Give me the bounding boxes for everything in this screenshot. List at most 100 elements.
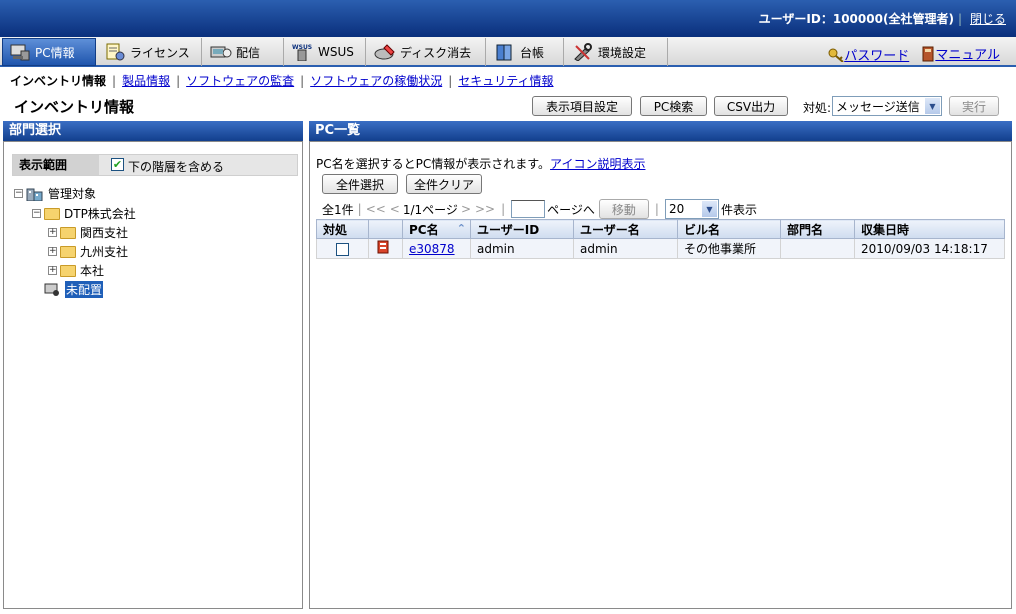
tab-license[interactable]: ライセンス bbox=[98, 38, 202, 66]
col-pc-name[interactable]: PC名 ⌃ bbox=[402, 219, 471, 239]
pager-last[interactable]: >> bbox=[475, 202, 495, 216]
ledger-icon bbox=[494, 43, 516, 61]
tree-company-label: DTP株式会社 bbox=[64, 207, 136, 221]
page-info: 1/1ページ bbox=[402, 202, 458, 217]
csv-export-button[interactable]: CSV出力 bbox=[714, 96, 788, 116]
tab-pc-info[interactable]: PC情報 bbox=[2, 38, 96, 66]
subnav-inventory[interactable]: インベントリ情報 bbox=[10, 74, 106, 88]
manual-link[interactable]: マニュアル bbox=[935, 44, 1000, 63]
pager-next[interactable]: > bbox=[461, 202, 471, 216]
per-page-select[interactable]: 20 ▼ bbox=[664, 199, 719, 219]
col-user-id[interactable]: ユーザーID bbox=[470, 219, 574, 239]
top-links: パスワード マニュアル bbox=[820, 44, 1000, 66]
scope-bar: 表示範囲 ✔ 下の階層を含める bbox=[12, 154, 298, 176]
expand-icon[interactable]: + bbox=[48, 228, 57, 237]
move-button[interactable]: 移動 bbox=[598, 199, 649, 219]
row-user-id: admin bbox=[470, 238, 574, 259]
select-all-button[interactable]: 全件選択 bbox=[322, 174, 398, 194]
tree-branch[interactable]: + 関西支社 bbox=[48, 224, 128, 241]
folder-icon bbox=[60, 226, 76, 239]
pc-name-link[interactable]: e30878 bbox=[409, 242, 455, 256]
subnav-products[interactable]: 製品情報 bbox=[122, 74, 170, 88]
col-dept[interactable]: 部門名 bbox=[780, 219, 855, 239]
pc-status-icon bbox=[377, 240, 389, 254]
tree-root[interactable]: − 管理対象 bbox=[14, 185, 96, 202]
pc-hint: PC名を選択するとPC情報が表示されます。アイコン説明表示 bbox=[316, 155, 645, 172]
tree-unassigned[interactable]: 未配置 bbox=[44, 281, 104, 298]
col-building[interactable]: ビル名 bbox=[677, 219, 781, 239]
tab-ledger[interactable]: 台帳 bbox=[488, 38, 564, 66]
row-checkbox[interactable] bbox=[336, 242, 349, 256]
tab-label: 配信 bbox=[236, 45, 261, 60]
pc-panel: PC名を選択するとPC情報が表示されます。アイコン説明表示 全件選択 全件クリア… bbox=[309, 141, 1012, 609]
row-icon-cell bbox=[368, 238, 403, 259]
tree-company[interactable]: − DTP株式会社 bbox=[32, 205, 136, 222]
manual-book-icon bbox=[922, 46, 934, 61]
expand-icon[interactable]: + bbox=[48, 247, 57, 256]
tree-branch[interactable]: + 本社 bbox=[48, 262, 104, 279]
tab-label: WSUS bbox=[318, 45, 354, 59]
execute-button[interactable]: 実行 bbox=[949, 96, 999, 116]
page-number-input[interactable] bbox=[511, 200, 546, 218]
license-icon bbox=[104, 43, 126, 61]
sub-nav: インベントリ情報 | 製品情報 | ソフトウェアの監査 | ソフトウェアの稼働状況 | セキュリ… bbox=[10, 74, 554, 88]
subnav-security[interactable]: セキュリティ情報 bbox=[458, 74, 553, 88]
user-info: ユーザーID：100000(全社管理者) | 閉じる bbox=[758, 12, 1006, 26]
dept-panel-title: 部門選択 bbox=[3, 121, 303, 141]
top-bar: ユーザーID：100000(全社管理者) | 閉じる bbox=[0, 0, 1016, 37]
subnav-software-usage[interactable]: ソフトウェアの稼働状況 bbox=[310, 74, 442, 88]
row-select-cell bbox=[316, 238, 369, 259]
folder-icon bbox=[44, 207, 60, 220]
tab-disk-erase[interactable]: ディスク消去 bbox=[368, 38, 486, 66]
action-select[interactable]: メッセージ送信 ▼ bbox=[832, 96, 942, 116]
wsus-icon: WSUS bbox=[292, 43, 314, 62]
tree-root-label: 管理対象 bbox=[48, 187, 97, 201]
col-user-name[interactable]: ユーザー名 bbox=[573, 219, 678, 239]
tree-branch-label: 関西支社 bbox=[80, 226, 129, 240]
tree-branch[interactable]: + 九州支社 bbox=[48, 243, 128, 260]
folder-icon bbox=[60, 264, 76, 277]
expand-icon[interactable]: + bbox=[48, 266, 57, 275]
pc-table: 対処 PC名 ⌃ ユーザーID ユーザー名 ビル名 部門名 収集日時 e30878… bbox=[316, 219, 1005, 259]
pc-search-button[interactable]: PC検索 bbox=[640, 96, 707, 116]
clear-all-button[interactable]: 全件クリア bbox=[406, 174, 482, 194]
pc-hint-text: PC名を選択するとPC情報が表示されます。 bbox=[316, 157, 551, 171]
column-settings-button[interactable]: 表示項目設定 bbox=[532, 96, 632, 116]
pager-first[interactable]: << bbox=[366, 202, 386, 216]
include-sub-checkbox[interactable]: ✔ bbox=[111, 158, 124, 171]
folder-icon bbox=[60, 245, 76, 258]
subnav-software-audit[interactable]: ソフトウェアの監査 bbox=[186, 74, 294, 88]
pager-prev[interactable]: < bbox=[390, 202, 400, 216]
tab-label: ディスク消去 bbox=[400, 45, 472, 60]
row-pc-name: e30878 bbox=[402, 238, 471, 259]
tab-delivery[interactable]: 配信 bbox=[204, 38, 284, 66]
key-icon bbox=[828, 48, 844, 62]
tab-label: ライセンス bbox=[130, 45, 190, 60]
user-id-label: ユーザーID：100000(全社管理者) bbox=[758, 12, 954, 26]
password-link[interactable]: パスワード bbox=[844, 45, 909, 64]
row-building: その他事業所 bbox=[677, 238, 781, 259]
collapse-icon[interactable]: − bbox=[32, 209, 41, 218]
page-title: インベントリ情報 bbox=[14, 98, 135, 116]
delivery-icon bbox=[210, 43, 232, 61]
pc-panel-title: PC一覧 bbox=[309, 121, 1012, 141]
tab-wsus[interactable]: WSUS WSUS bbox=[286, 38, 366, 66]
tab-settings[interactable]: 環境設定 bbox=[566, 38, 668, 66]
col-collected[interactable]: 収集日時 bbox=[854, 219, 1005, 239]
action-select-value: メッセージ送信 bbox=[836, 99, 920, 114]
table-header: 対処 PC名 ⌃ ユーザーID ユーザー名 ビル名 部門名 収集日時 bbox=[316, 219, 1005, 239]
disk-erase-icon bbox=[374, 43, 396, 61]
pc-icon bbox=[9, 43, 31, 61]
sort-ascending-icon: ⌃ bbox=[456, 222, 466, 235]
col-icon bbox=[368, 219, 403, 239]
unassigned-pc-icon bbox=[44, 283, 59, 296]
tree-branch-label: 本社 bbox=[80, 264, 105, 278]
tab-label: 台帳 bbox=[520, 45, 545, 60]
record-count: 全1件 bbox=[322, 202, 354, 217]
chevron-down-icon: ▼ bbox=[701, 201, 717, 217]
collapse-icon[interactable]: − bbox=[14, 189, 23, 198]
table-row: e30878 admin admin その他事業所 2010/09/03 14:… bbox=[316, 238, 1005, 259]
icon-help-link[interactable]: アイコン説明表示 bbox=[550, 157, 645, 171]
row-dept bbox=[780, 238, 855, 259]
close-link[interactable]: 閉じる bbox=[970, 12, 1006, 26]
